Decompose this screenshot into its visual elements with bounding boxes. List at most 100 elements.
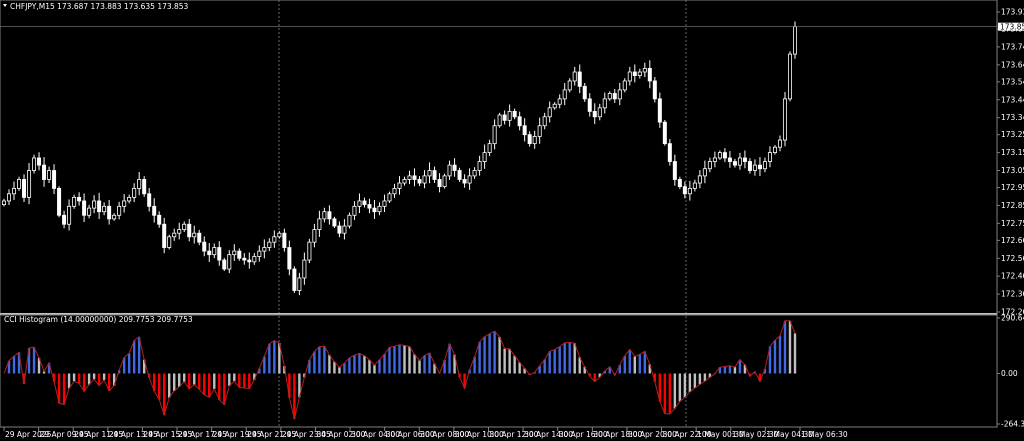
candle-body: [762, 161, 767, 170]
candle-body: [287, 247, 292, 270]
candle-body: [77, 196, 82, 202]
price-tick-label: 172.855: [1001, 201, 1024, 210]
candle-body: [767, 152, 772, 162]
candle-body: [262, 247, 267, 252]
candle-body: [372, 207, 377, 213]
candle-body: [582, 85, 587, 100]
candle-body: [467, 175, 472, 184]
candle-body: [357, 200, 362, 207]
candle-body: [492, 125, 497, 145]
candle-body: [567, 80, 572, 91]
candle-body: [557, 98, 562, 105]
candle-body: [472, 170, 477, 177]
price-tick-label: 173.640: [1001, 60, 1024, 69]
candle-body: [187, 223, 192, 238]
candle-body: [37, 157, 42, 166]
candle-body: [617, 89, 622, 100]
price-tick-label: 172.660: [1001, 236, 1024, 245]
candle-body: [152, 205, 157, 216]
candle-body: [337, 225, 342, 234]
candle-body: [132, 188, 137, 198]
candle-body: [292, 268, 297, 291]
candle-body: [407, 175, 412, 180]
candle-body: [282, 232, 287, 248]
candle-body: [607, 93, 612, 100]
candle-body: [27, 170, 32, 198]
candle-body: [587, 98, 592, 112]
candle-body: [267, 241, 272, 248]
chart-canvas[interactable]: 173.935173.840173.740173.640173.545173.4…: [0, 0, 1024, 441]
candle-body: [737, 157, 742, 166]
candle-body: [247, 259, 252, 263]
candle-body: [602, 98, 607, 109]
candle-body: [217, 247, 222, 261]
candle-body: [92, 200, 97, 209]
candle-body: [207, 250, 212, 256]
candle-body: [302, 259, 307, 279]
candle-body: [793, 26, 798, 55]
candle-body: [162, 223, 167, 248]
candle-body: [317, 218, 322, 231]
candle-body: [677, 179, 682, 188]
indicator-tick-label: 0.00: [1001, 369, 1018, 378]
price-tick-label: 173.050: [1001, 166, 1024, 175]
candle-body: [527, 134, 532, 145]
candle-body: [42, 164, 47, 180]
candle-body: [672, 161, 677, 180]
price-tick-label: 172.360: [1001, 290, 1024, 299]
candle-body: [427, 170, 432, 177]
candle-body: [47, 170, 52, 180]
candle-body: [727, 157, 732, 162]
candle-body: [22, 179, 27, 198]
candle-body: [252, 256, 257, 263]
candle-body: [347, 214, 352, 227]
candle-body: [487, 143, 492, 153]
candle-body: [742, 157, 747, 162]
candle-body: [72, 196, 77, 207]
candle-body: [307, 241, 312, 261]
candle-body: [717, 152, 722, 159]
candle-body: [62, 214, 67, 225]
candle-body: [432, 170, 437, 180]
candle-body: [537, 125, 542, 137]
candle-body: [67, 205, 72, 225]
price-tick-label: 173.445: [1001, 95, 1024, 104]
candle-body: [552, 103, 557, 109]
candle-body: [572, 71, 577, 82]
candle-body: [402, 179, 407, 184]
candle-body: [452, 164, 457, 171]
price-tick-label: 172.955: [1001, 183, 1024, 192]
candle-body: [142, 179, 147, 195]
candle-body: [532, 136, 537, 145]
indicator-tick-label: 290.6449: [1001, 314, 1024, 323]
candle-body: [507, 111, 512, 121]
candle-body: [482, 152, 487, 162]
candle-body: [2, 200, 7, 205]
time-tick-label: 1 May 06:30: [801, 430, 848, 439]
candle-body: [477, 161, 482, 171]
candle-body: [7, 193, 12, 202]
candle-body: [517, 116, 522, 127]
candle-body: [312, 229, 317, 243]
candle-body: [637, 71, 642, 76]
candle-body: [52, 170, 57, 189]
candle-body: [562, 89, 567, 100]
candle-body: [362, 200, 367, 205]
candle-body: [652, 80, 657, 100]
candle-body: [182, 223, 187, 231]
candle-body: [592, 111, 597, 118]
indicator-tick-label: -264.395: [1001, 420, 1024, 429]
price-tick-label: 173.345: [1001, 113, 1024, 122]
candle-body: [757, 164, 762, 170]
candle-body: [172, 232, 177, 238]
candle-body: [82, 200, 87, 216]
indicator-title: CCI Histogram (14.00000000) 209.7753 209…: [4, 315, 193, 324]
price-tick-label: 172.755: [1001, 219, 1024, 228]
candle-body: [107, 205, 112, 220]
candle-body: [692, 182, 697, 189]
candle-body: [412, 175, 417, 180]
candle-body: [97, 200, 102, 213]
candle-body: [242, 257, 247, 261]
candle-body: [787, 53, 792, 100]
candle-body: [227, 254, 232, 270]
